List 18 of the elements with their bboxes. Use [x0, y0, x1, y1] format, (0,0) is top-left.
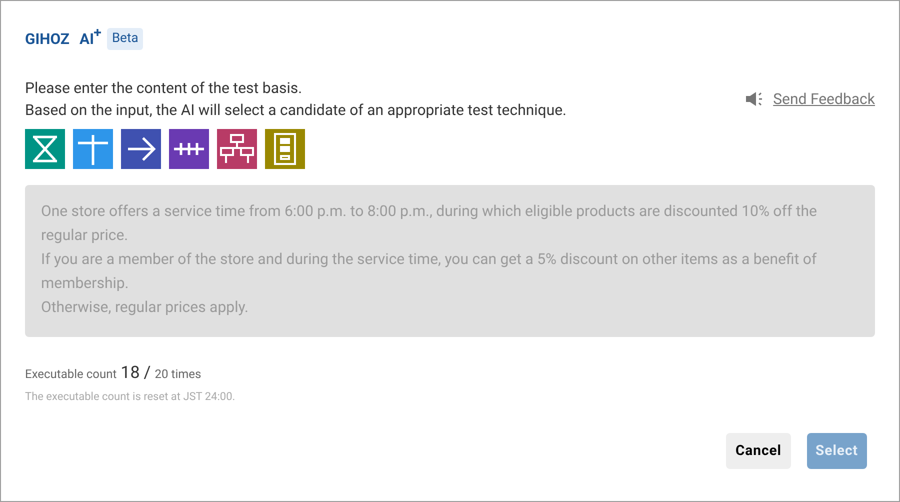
technique-button[interactable] — [121, 129, 161, 169]
reset-note: The executable count is reset at JST 24:00. — [25, 388, 236, 404]
send-feedback-link[interactable]: Send Feedback — [745, 88, 875, 110]
technique-button[interactable] — [169, 129, 209, 169]
count-separator: / — [144, 362, 151, 385]
count-current: 18 — [120, 362, 140, 385]
count-label: Executable count — [25, 366, 117, 383]
technique-button[interactable] — [265, 129, 305, 169]
brand-name: GIHOZ — [25, 28, 70, 50]
instruction-text: Please enter the content of the test basis. — [25, 78, 304, 99]
technique-button[interactable] — [217, 129, 257, 169]
technique-button[interactable] — [25, 129, 65, 169]
count-limit: 20 times — [154, 366, 202, 383]
technique-button[interactable] — [73, 129, 113, 169]
ai-label: AI — [79, 28, 94, 50]
instruction-text: Based on the input, the AI will select a candidate of an appropriate test technique. — [25, 100, 566, 121]
cancel-button[interactable]: Cancel — [726, 433, 791, 469]
beta-badge: Beta — [106, 28, 144, 50]
